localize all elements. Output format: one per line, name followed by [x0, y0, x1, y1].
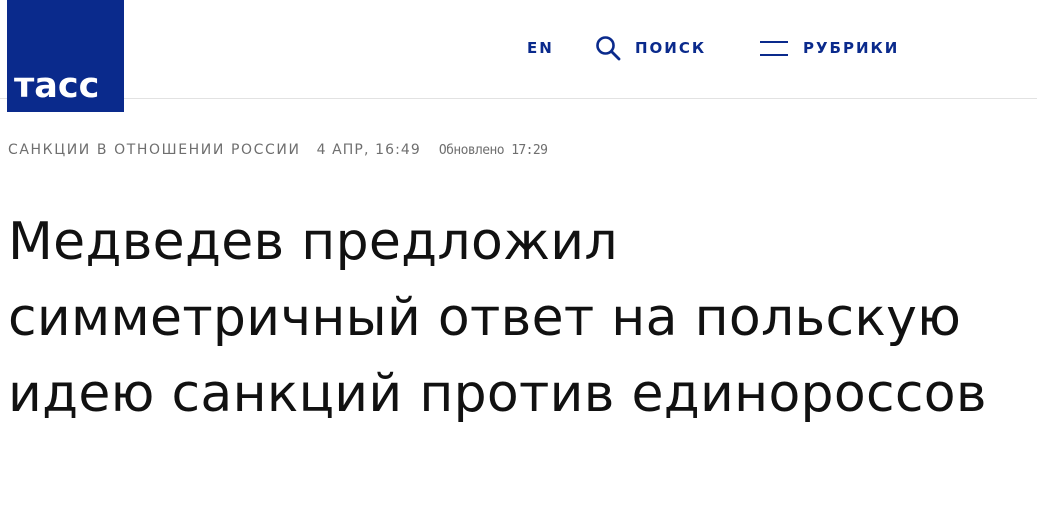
language-switch-button[interactable]: EN — [527, 34, 554, 62]
updated-time: Обновлено 17:29 — [438, 143, 548, 158]
site-header: тасс EN ПОИСК РУБРИКИ — [0, 0, 1037, 112]
language-label: EN — [527, 39, 554, 57]
rubrics-label: РУБРИКИ — [803, 39, 900, 57]
tass-logo[interactable]: тасс — [7, 0, 124, 112]
menu-icon — [759, 39, 789, 57]
rubrics-menu-button[interactable]: РУБРИКИ — [759, 34, 899, 62]
search-label: ПОИСК — [635, 39, 707, 57]
publish-date: 4 АПР, 16:49 — [316, 142, 421, 158]
article-title: Медведев предложил симметричный ответ на… — [8, 212, 987, 424]
logo-text: тасс — [14, 66, 100, 106]
search-button[interactable]: ПОИСК — [595, 34, 706, 62]
category-link[interactable]: САНКЦИИ В ОТНОШЕНИИ РОССИИ — [8, 142, 301, 158]
article-meta: САНКЦИИ В ОТНОШЕНИИ РОССИИ 4 АПР, 16:49 … — [8, 142, 548, 158]
search-icon — [595, 35, 621, 61]
